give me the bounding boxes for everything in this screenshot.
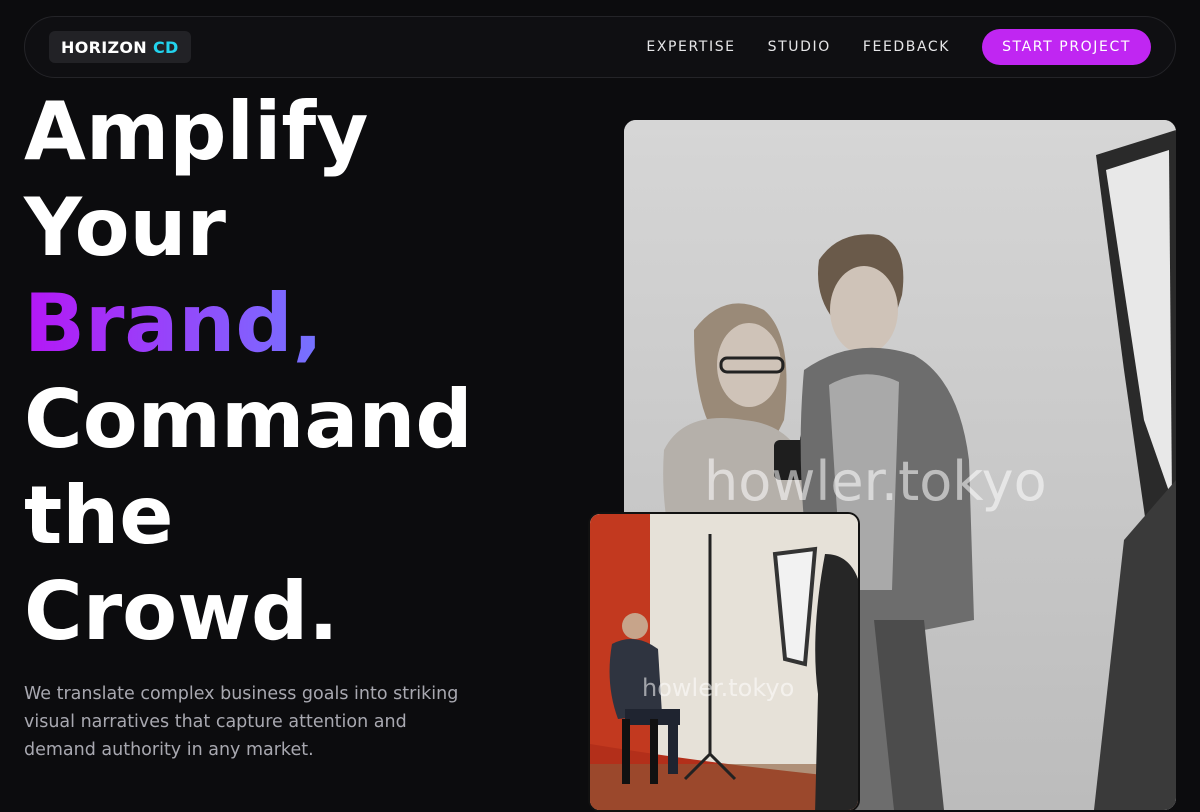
- headline-line-6: Crowd.: [24, 565, 339, 658]
- headline-line-2: Your: [24, 181, 226, 274]
- headline-line-5: the: [24, 469, 174, 562]
- nav-links: EXPERTISE STUDIO FEEDBACK START PROJECT: [646, 29, 1151, 65]
- start-project-button[interactable]: START PROJECT: [982, 29, 1151, 65]
- inset-photo-illustration: [590, 514, 858, 810]
- logo[interactable]: HORIZON CD: [49, 31, 191, 63]
- headline-line-1: Amplify: [24, 85, 369, 178]
- watermark-inset: howler.tokyo: [642, 674, 795, 702]
- studio-photo-inset: howler.tokyo: [588, 512, 860, 812]
- top-navbar: HORIZON CD EXPERTISE STUDIO FEEDBACK STA…: [24, 16, 1176, 78]
- logo-text: HORIZON: [61, 37, 147, 57]
- logo-accent-text: CD: [152, 37, 179, 57]
- headline-line-4: Command: [24, 373, 473, 466]
- watermark-main: howler.tokyo: [704, 450, 1047, 513]
- hero-description: We translate complex business goals into…: [24, 684, 459, 760]
- nav-link-feedback[interactable]: FEEDBACK: [863, 39, 950, 55]
- nav-link-expertise[interactable]: EXPERTISE: [646, 39, 735, 55]
- hero-headline: Amplify Your Brand, Command the Crowd.: [24, 84, 624, 660]
- headline-line-3-gradient: Brand,: [24, 276, 624, 372]
- nav-link-studio[interactable]: STUDIO: [768, 39, 831, 55]
